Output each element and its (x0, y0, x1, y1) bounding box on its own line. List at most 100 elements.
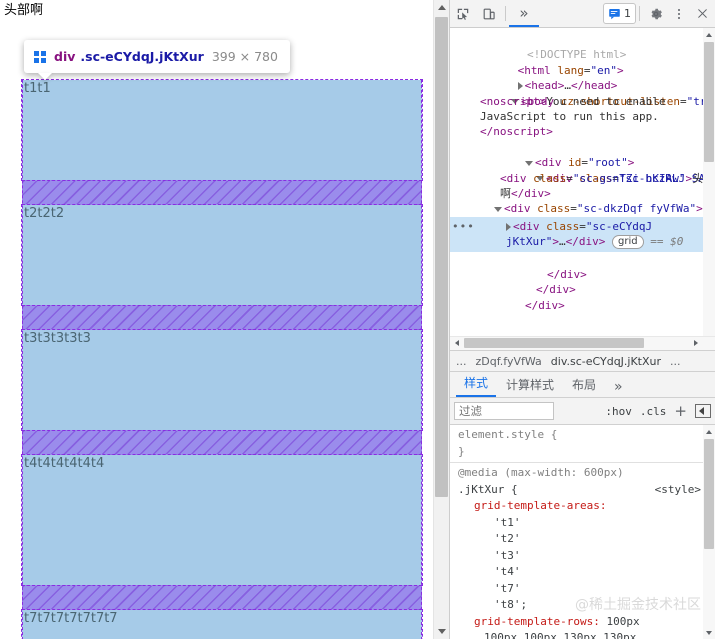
scrollbar-thumb[interactable] (435, 17, 448, 497)
tab-layout[interactable]: 布局 (564, 376, 604, 397)
scroll-down-arrow-icon[interactable] (703, 626, 715, 639)
expand-arrow-icon[interactable] (506, 222, 511, 231)
media-rule-block[interactable]: @media (max-width: 600px) <style> .jKtXu… (450, 463, 715, 639)
scroll-right-arrow-icon[interactable] (689, 337, 702, 349)
dom-line-html[interactable]: <html lang="en"> (450, 47, 715, 77)
dom-line-body[interactable]: <body cz-shortcut-listen="true"> (450, 78, 715, 108)
tab-more-icon[interactable]: » (606, 379, 631, 397)
scrollbar-thumb-horizontal[interactable] (464, 338, 644, 348)
grid-icon (34, 50, 46, 63)
grid-area-t1: t1t1 (21, 79, 423, 181)
selected-node-marker: == $0 (650, 235, 684, 249)
element-style-rule[interactable]: element.style { } (450, 425, 715, 463)
styles-filter-bar: :hov .cls + (450, 398, 715, 425)
area-value-t7[interactable]: 't7' (458, 581, 715, 598)
devtools-toolbar: » 1 (450, 0, 715, 28)
more-tabs-button[interactable]: » (509, 1, 539, 27)
styles-vertical-scrollbar[interactable] (703, 425, 715, 639)
element-style-selector: element.style { (458, 428, 558, 441)
page-viewport: 头部啊 t1t1 t2t2t2 t3t3t3t3t3 t4t4t4t4t4t4 … (0, 0, 449, 639)
grid-area-label: t4t4t4t4t4t4 (24, 456, 105, 471)
gear-icon[interactable] (643, 1, 669, 27)
tab-styles[interactable]: 样式 (456, 374, 497, 397)
breadcrumb-parent[interactable]: zDqf.fyVfWa (476, 355, 542, 368)
new-style-rule-button[interactable]: + (674, 404, 687, 419)
grid-area-label: t2t2t2 (24, 206, 65, 221)
grid-line-left (22, 80, 23, 639)
breadcrumb[interactable]: ... zDqf.fyVfWa div.sc-eCYdqJ.jKtXur ... (450, 350, 715, 372)
dom-tree-horizontal-scrollbar[interactable] (450, 336, 715, 350)
dom-line-sc-dkzDqf[interactable]: <div class="sc-dkzDqf fyVfWa"> (450, 201, 715, 216)
rule-selector-line[interactable]: <style> .jKtXur { (458, 482, 715, 499)
dom-line-sc-bczRLJ[interactable]: <div class="sc-bczRLJ SAqXt"> (450, 155, 715, 185)
grid-area-t7: t7t7t7t7t7t7t7 (21, 609, 423, 639)
issues-counter-button[interactable]: 1 (603, 3, 636, 24)
collapse-arrow-icon[interactable] (494, 206, 502, 212)
dom-line-close-2: </div> (535, 283, 576, 297)
issues-count: 1 (624, 7, 631, 20)
hov-toggle-button[interactable]: :hov (605, 405, 632, 418)
area-value-t8[interactable]: 't8'; (458, 597, 715, 614)
prop-grid-template-areas[interactable]: grid-template-areas: (458, 498, 715, 515)
area-value-t2[interactable]: 't2' (458, 531, 715, 548)
grid-badge[interactable]: grid (611, 235, 644, 250)
grid-area-label: t3t3t3t3t3 (24, 331, 91, 346)
area-value-t1[interactable]: 't1' (458, 515, 715, 532)
toolbar-divider-2 (639, 6, 640, 21)
cls-toggle-button[interactable]: .cls (640, 405, 667, 418)
page-vertical-scrollbar[interactable] (433, 0, 449, 639)
grid-gap-2 (22, 305, 422, 330)
page-header-text: 头部啊 (4, 3, 44, 18)
dom-line-noscript[interactable]: <noscript>You need to enable JavaScript … (450, 94, 715, 140)
area-value-t4[interactable]: 't4' (458, 564, 715, 581)
dom-line-selected-node[interactable]: ••• <div class="sc-eCYdqJ jKtXur">…</div… (450, 216, 715, 252)
scrollbar-thumb[interactable] (704, 439, 714, 549)
styles-rules-panel[interactable]: element.style { } @media (max-width: 600… (450, 425, 715, 639)
toggle-sidebar-icon[interactable] (695, 404, 711, 418)
grid-area-label: t1t1 (24, 81, 51, 96)
breadcrumb-overflow-right[interactable]: ... (670, 355, 681, 368)
scroll-up-arrow-icon[interactable] (703, 425, 715, 438)
media-query-line: @media (max-width: 600px) (458, 466, 624, 479)
tab-computed[interactable]: 计算样式 (498, 376, 562, 397)
scroll-down-arrow-icon[interactable] (434, 624, 449, 639)
scroll-left-arrow-icon[interactable] (450, 337, 463, 349)
dom-line-head[interactable]: <head>…</head> (450, 63, 715, 92)
rows-value-line2[interactable]: 100px 100px 130px 130px (458, 630, 715, 639)
dom-tree-panel[interactable]: <!DOCTYPE html> <html lang="en"> <head>…… (450, 28, 715, 350)
grid-area-t4: t4t4t4t4t4t4 (21, 454, 423, 586)
more-options-icon[interactable] (669, 1, 689, 27)
device-toolbar-icon[interactable] (476, 1, 502, 27)
dom-line-close-1: </div> (546, 268, 587, 281)
dom-line-root-div[interactable]: <div id="root"> (450, 140, 715, 169)
dom-tree-vertical-scrollbar[interactable] (703, 28, 715, 350)
area-value-t3[interactable]: 't3' (458, 548, 715, 565)
inspect-element-icon[interactable] (450, 1, 476, 27)
scrollbar-thumb[interactable] (704, 42, 714, 162)
grid-gap-3 (22, 430, 422, 455)
dom-line-doctype: <!DOCTYPE html> (526, 48, 627, 62)
scroll-up-arrow-icon[interactable] (703, 28, 715, 41)
tooltip-class-names: .sc-eCYdqJ.jKtXur (80, 49, 204, 64)
grid-area-t2: t2t2t2 (21, 204, 423, 306)
grid-area-t3: t3t3t3t3t3 (21, 329, 423, 431)
close-icon[interactable] (689, 1, 715, 27)
styles-pane-tabs: 样式 计算样式 布局 » (450, 372, 715, 398)
breadcrumb-overflow-left[interactable]: ... (456, 355, 467, 368)
devtools-panel: » 1 <!DOCTYPE html> <html lang="en"> <he… (449, 0, 715, 639)
grid-gap-1 (22, 180, 422, 205)
scroll-up-arrow-icon[interactable] (434, 0, 449, 15)
tooltip-dimensions: 399 × 780 (211, 49, 278, 64)
dom-line-sc-gsnTZi[interactable]: <div class="sc-gsnTZi hKIAw">头部啊</div> (450, 171, 715, 202)
issues-message-icon (609, 9, 620, 20)
dom-line-close-3: </div> (524, 298, 565, 312)
tooltip-tag-name: div (54, 49, 76, 64)
force-state-dots-icon[interactable]: ••• (452, 219, 475, 234)
breadcrumb-current[interactable]: div.sc-eCYdqJ.jKtXur (551, 355, 661, 368)
grid-gap-4 (22, 585, 422, 610)
filter-input[interactable] (454, 402, 554, 420)
grid-highlight-overlay: t1t1 t2t2t2 t3t3t3t3t3 t4t4t4t4t4t4 t7t7… (21, 79, 423, 639)
element-info-tooltip: div .sc-eCYdqJ.jKtXur 399 × 780 (24, 40, 290, 73)
prop-grid-template-rows[interactable]: grid-template-rows: 100px (458, 614, 715, 631)
grid-line-right (421, 80, 422, 639)
